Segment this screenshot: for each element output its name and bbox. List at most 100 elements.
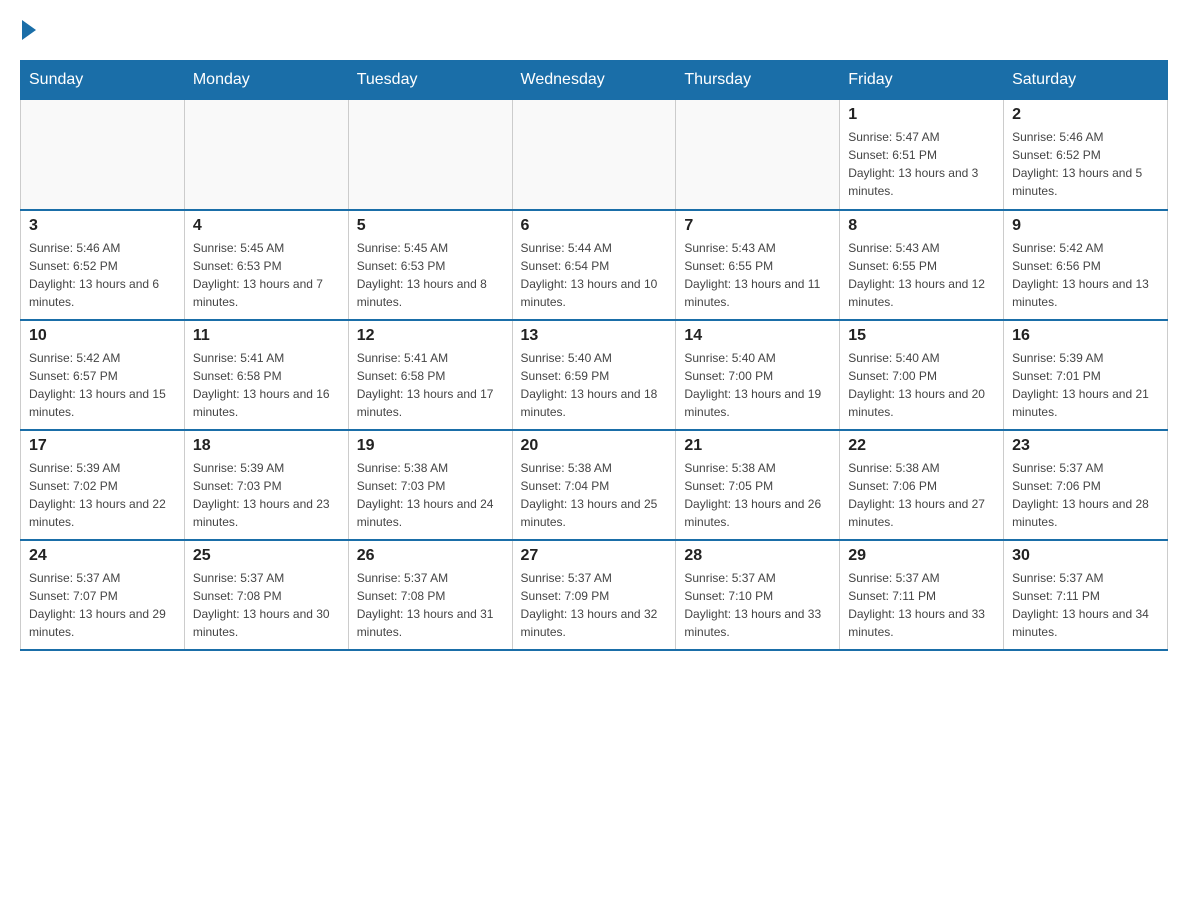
day-number: 9 bbox=[1012, 217, 1159, 235]
table-row: 19 Sunrise: 5:38 AMSunset: 7:03 PMDayligh… bbox=[348, 430, 512, 540]
day-number: 30 bbox=[1012, 547, 1159, 565]
day-info: Sunrise: 5:40 AMSunset: 7:00 PMDaylight:… bbox=[848, 349, 995, 421]
day-number: 22 bbox=[848, 437, 995, 455]
table-row: 27 Sunrise: 5:37 AMSunset: 7:09 PMDayligh… bbox=[512, 540, 676, 650]
header-thursday: Thursday bbox=[676, 61, 840, 100]
day-number: 25 bbox=[193, 547, 340, 565]
day-info: Sunrise: 5:37 AMSunset: 7:08 PMDaylight:… bbox=[193, 569, 340, 641]
table-row: 30 Sunrise: 5:37 AMSunset: 7:11 PMDayligh… bbox=[1004, 540, 1168, 650]
table-row: 15 Sunrise: 5:40 AMSunset: 7:00 PMDayligh… bbox=[840, 320, 1004, 430]
day-number: 13 bbox=[521, 327, 668, 345]
day-info: Sunrise: 5:47 AMSunset: 6:51 PMDaylight:… bbox=[848, 128, 995, 200]
day-number: 28 bbox=[684, 547, 831, 565]
day-number: 27 bbox=[521, 547, 668, 565]
header-wednesday: Wednesday bbox=[512, 61, 676, 100]
day-info: Sunrise: 5:39 AMSunset: 7:03 PMDaylight:… bbox=[193, 459, 340, 531]
day-number: 12 bbox=[357, 327, 504, 345]
day-number: 15 bbox=[848, 327, 995, 345]
table-row: 9 Sunrise: 5:42 AMSunset: 6:56 PMDaylight… bbox=[1004, 210, 1168, 320]
day-number: 3 bbox=[29, 217, 176, 235]
table-row: 11Sunrise: 5:41 AMSunset: 6:58 PMDayligh… bbox=[184, 320, 348, 430]
table-row bbox=[676, 100, 840, 210]
day-number: 1 bbox=[848, 106, 995, 124]
table-row: 7 Sunrise: 5:43 AMSunset: 6:55 PMDaylight… bbox=[676, 210, 840, 320]
day-number: 2 bbox=[1012, 106, 1159, 124]
day-number: 8 bbox=[848, 217, 995, 235]
day-info: Sunrise: 5:39 AMSunset: 7:01 PMDaylight:… bbox=[1012, 349, 1159, 421]
table-row: 28 Sunrise: 5:37 AMSunset: 7:10 PMDayligh… bbox=[676, 540, 840, 650]
table-row: 2 Sunrise: 5:46 AMSunset: 6:52 PMDaylight… bbox=[1004, 100, 1168, 210]
header-saturday: Saturday bbox=[1004, 61, 1168, 100]
day-number: 19 bbox=[357, 437, 504, 455]
day-info: Sunrise: 5:38 AMSunset: 7:03 PMDaylight:… bbox=[357, 459, 504, 531]
week-row-5: 24Sunrise: 5:37 AMSunset: 7:07 PMDayligh… bbox=[21, 540, 1168, 650]
table-row: 18 Sunrise: 5:39 AMSunset: 7:03 PMDayligh… bbox=[184, 430, 348, 540]
table-row: 14Sunrise: 5:40 AMSunset: 7:00 PMDayligh… bbox=[676, 320, 840, 430]
week-row-4: 17 Sunrise: 5:39 AMSunset: 7:02 PMDayligh… bbox=[21, 430, 1168, 540]
table-row: 22 Sunrise: 5:38 AMSunset: 7:06 PMDayligh… bbox=[840, 430, 1004, 540]
day-number: 7 bbox=[684, 217, 831, 235]
day-info: Sunrise: 5:37 AMSunset: 7:11 PMDaylight:… bbox=[848, 569, 995, 641]
header-tuesday: Tuesday bbox=[348, 61, 512, 100]
table-row: 16 Sunrise: 5:39 AMSunset: 7:01 PMDayligh… bbox=[1004, 320, 1168, 430]
table-row: 4 Sunrise: 5:45 AMSunset: 6:53 PMDaylight… bbox=[184, 210, 348, 320]
day-number: 5 bbox=[357, 217, 504, 235]
calendar-table: SundayMondayTuesdayWednesdayThursdayFrid… bbox=[20, 60, 1168, 651]
day-info: Sunrise: 5:46 AMSunset: 6:52 PMDaylight:… bbox=[29, 239, 176, 311]
day-info: Sunrise: 5:42 AMSunset: 6:57 PMDaylight:… bbox=[29, 349, 176, 421]
day-info: Sunrise: 5:39 AMSunset: 7:02 PMDaylight:… bbox=[29, 459, 176, 531]
day-info: Sunrise: 5:37 AMSunset: 7:09 PMDaylight:… bbox=[521, 569, 668, 641]
day-info: Sunrise: 5:37 AMSunset: 7:08 PMDaylight:… bbox=[357, 569, 504, 641]
table-row: 24Sunrise: 5:37 AMSunset: 7:07 PMDayligh… bbox=[21, 540, 185, 650]
week-row-2: 3 Sunrise: 5:46 AMSunset: 6:52 PMDaylight… bbox=[21, 210, 1168, 320]
day-info: Sunrise: 5:45 AMSunset: 6:53 PMDaylight:… bbox=[357, 239, 504, 311]
table-row: 26 Sunrise: 5:37 AMSunset: 7:08 PMDayligh… bbox=[348, 540, 512, 650]
day-number: 17 bbox=[29, 437, 176, 455]
page-header bbox=[20, 20, 1168, 40]
day-info: Sunrise: 5:38 AMSunset: 7:05 PMDaylight:… bbox=[684, 459, 831, 531]
day-number: 16 bbox=[1012, 327, 1159, 345]
day-info: Sunrise: 5:41 AMSunset: 6:58 PMDaylight:… bbox=[193, 349, 340, 421]
day-info: Sunrise: 5:40 AMSunset: 6:59 PMDaylight:… bbox=[521, 349, 668, 421]
table-row: 13 Sunrise: 5:40 AMSunset: 6:59 PMDayligh… bbox=[512, 320, 676, 430]
calendar-header: SundayMondayTuesdayWednesdayThursdayFrid… bbox=[21, 61, 1168, 100]
day-number: 26 bbox=[357, 547, 504, 565]
day-number: 29 bbox=[848, 547, 995, 565]
day-info: Sunrise: 5:37 AMSunset: 7:07 PMDaylight:… bbox=[29, 569, 176, 641]
day-info: Sunrise: 5:37 AMSunset: 7:10 PMDaylight:… bbox=[684, 569, 831, 641]
logo-arrow-icon bbox=[22, 20, 36, 40]
day-number: 18 bbox=[193, 437, 340, 455]
week-row-3: 10 Sunrise: 5:42 AMSunset: 6:57 PMDayligh… bbox=[21, 320, 1168, 430]
day-info: Sunrise: 5:43 AMSunset: 6:55 PMDaylight:… bbox=[684, 239, 831, 311]
week-row-1: 1 Sunrise: 5:47 AMSunset: 6:51 PMDaylight… bbox=[21, 100, 1168, 210]
header-sunday: Sunday bbox=[21, 61, 185, 100]
table-row: 23Sunrise: 5:37 AMSunset: 7:06 PMDayligh… bbox=[1004, 430, 1168, 540]
day-number: 4 bbox=[193, 217, 340, 235]
day-info: Sunrise: 5:43 AMSunset: 6:55 PMDaylight:… bbox=[848, 239, 995, 311]
day-number: 20 bbox=[521, 437, 668, 455]
day-number: 10 bbox=[29, 327, 176, 345]
day-info: Sunrise: 5:45 AMSunset: 6:53 PMDaylight:… bbox=[193, 239, 340, 311]
day-number: 6 bbox=[521, 217, 668, 235]
day-info: Sunrise: 5:37 AMSunset: 7:11 PMDaylight:… bbox=[1012, 569, 1159, 641]
logo bbox=[20, 20, 38, 40]
day-info: Sunrise: 5:42 AMSunset: 6:56 PMDaylight:… bbox=[1012, 239, 1159, 311]
days-of-week-row: SundayMondayTuesdayWednesdayThursdayFrid… bbox=[21, 61, 1168, 100]
table-row bbox=[512, 100, 676, 210]
table-row: 10 Sunrise: 5:42 AMSunset: 6:57 PMDayligh… bbox=[21, 320, 185, 430]
day-info: Sunrise: 5:38 AMSunset: 7:04 PMDaylight:… bbox=[521, 459, 668, 531]
table-row: 20 Sunrise: 5:38 AMSunset: 7:04 PMDayligh… bbox=[512, 430, 676, 540]
table-row: 21Sunrise: 5:38 AMSunset: 7:05 PMDayligh… bbox=[676, 430, 840, 540]
table-row: 29 Sunrise: 5:37 AMSunset: 7:11 PMDayligh… bbox=[840, 540, 1004, 650]
day-info: Sunrise: 5:37 AMSunset: 7:06 PMDaylight:… bbox=[1012, 459, 1159, 531]
table-row bbox=[348, 100, 512, 210]
header-friday: Friday bbox=[840, 61, 1004, 100]
table-row: 1 Sunrise: 5:47 AMSunset: 6:51 PMDaylight… bbox=[840, 100, 1004, 210]
day-info: Sunrise: 5:38 AMSunset: 7:06 PMDaylight:… bbox=[848, 459, 995, 531]
table-row bbox=[184, 100, 348, 210]
table-row: 5 Sunrise: 5:45 AMSunset: 6:53 PMDaylight… bbox=[348, 210, 512, 320]
day-info: Sunrise: 5:40 AMSunset: 7:00 PMDaylight:… bbox=[684, 349, 831, 421]
table-row: 12Sunrise: 5:41 AMSunset: 6:58 PMDayligh… bbox=[348, 320, 512, 430]
day-info: Sunrise: 5:46 AMSunset: 6:52 PMDaylight:… bbox=[1012, 128, 1159, 200]
table-row: 25 Sunrise: 5:37 AMSunset: 7:08 PMDayligh… bbox=[184, 540, 348, 650]
